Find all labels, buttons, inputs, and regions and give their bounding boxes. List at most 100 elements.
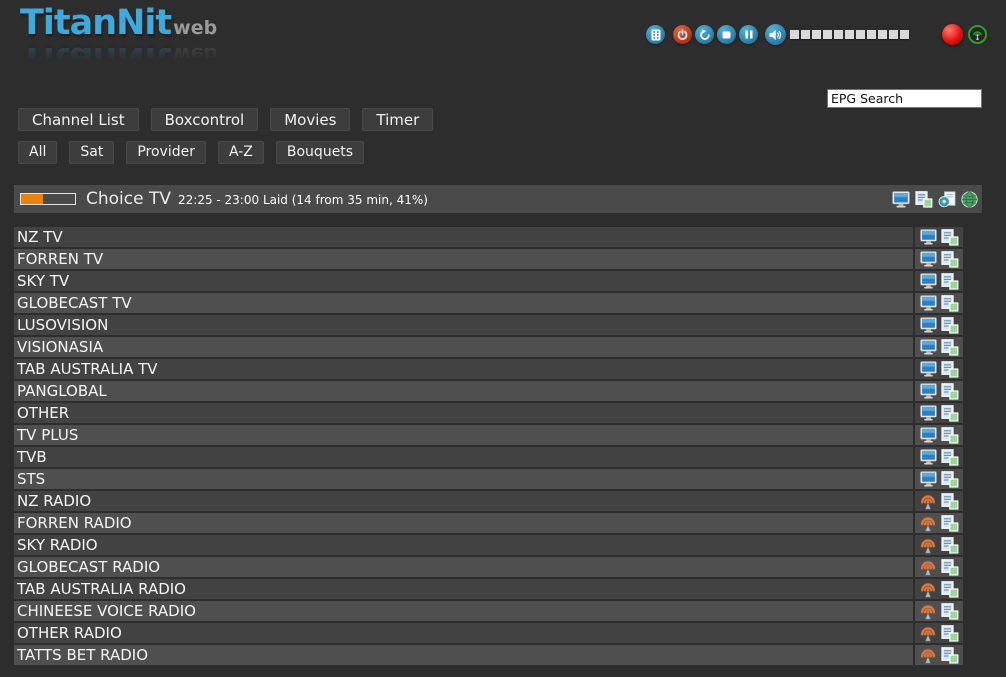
tab-movies[interactable]: Movies <box>270 108 350 131</box>
tv-icon[interactable] <box>920 361 937 377</box>
channel-name[interactable]: SKY TV <box>14 271 913 291</box>
volume-segment[interactable] <box>790 30 799 39</box>
filter-bouquets[interactable]: Bouquets <box>276 141 364 164</box>
web-epg-button[interactable] <box>961 191 978 208</box>
tab-channel-list[interactable]: Channel List <box>18 108 139 131</box>
epg-list-button[interactable] <box>915 191 933 208</box>
tv-icon[interactable] <box>920 251 937 267</box>
channel-name[interactable]: TV PLUS <box>14 425 913 445</box>
epg-list-icon[interactable] <box>941 251 959 268</box>
channel-name[interactable]: TAB AUSTRALIA RADIO <box>14 579 913 599</box>
channel-name[interactable]: STS <box>14 469 913 489</box>
channel-name[interactable]: SKY RADIO <box>14 535 913 555</box>
tv-icon[interactable] <box>920 449 937 465</box>
power-button[interactable] <box>673 25 692 44</box>
epg-list-icon[interactable] <box>941 625 959 642</box>
volume-segment[interactable] <box>834 30 843 39</box>
epg-list-icon[interactable] <box>941 515 959 532</box>
epg-list-icon[interactable] <box>941 405 959 422</box>
stop-icon <box>722 31 731 39</box>
channel-name[interactable]: GLOBECAST RADIO <box>14 557 913 577</box>
epg-list-icon[interactable] <box>941 295 959 312</box>
channel-name[interactable]: OTHER <box>14 403 913 423</box>
volume-segment[interactable] <box>889 30 898 39</box>
mute-button[interactable] <box>765 24 786 45</box>
single-epg-button[interactable] <box>938 191 956 208</box>
epg-list-icon[interactable] <box>941 427 959 444</box>
channel-name[interactable]: NZ TV <box>14 227 913 247</box>
volume-segment[interactable] <box>900 30 909 39</box>
channel-name[interactable]: FORREN TV <box>14 249 913 269</box>
epg-list-icon[interactable] <box>941 471 959 488</box>
epg-list-icon[interactable] <box>941 273 959 290</box>
channel-actions <box>915 227 963 247</box>
channel-actions <box>915 359 963 379</box>
tv-icon[interactable] <box>920 229 937 245</box>
stream-tv-button[interactable] <box>892 191 910 208</box>
tv-icon[interactable] <box>920 295 937 311</box>
volume-segment[interactable] <box>801 30 810 39</box>
tab-boxcontrol[interactable]: Boxcontrol <box>151 108 259 131</box>
radio-icon[interactable] <box>919 559 937 576</box>
volume-segment[interactable] <box>867 30 876 39</box>
restart-button[interactable] <box>695 25 714 44</box>
epg-list-icon[interactable] <box>941 581 959 598</box>
channel-row: SKY TV <box>14 271 965 291</box>
epg-list-icon[interactable] <box>941 603 959 620</box>
tv-icon[interactable] <box>920 317 937 333</box>
radio-icon[interactable] <box>919 647 937 664</box>
volume-level[interactable] <box>790 30 911 39</box>
filter-provider[interactable]: Provider <box>126 141 206 164</box>
epg-list-icon[interactable] <box>941 229 959 246</box>
radio-icon[interactable] <box>919 603 937 620</box>
epg-list-icon[interactable] <box>941 537 959 554</box>
epg-list-icon[interactable] <box>941 449 959 466</box>
remote-button[interactable] <box>646 25 665 44</box>
volume-segment[interactable] <box>812 30 821 39</box>
channel-name[interactable]: TVB <box>14 447 913 467</box>
volume-segment[interactable] <box>823 30 832 39</box>
epg-list-icon[interactable] <box>941 383 959 400</box>
logo-reflection: TitanNitweb <box>20 41 217 76</box>
tv-icon[interactable] <box>920 471 937 487</box>
channel-row: TAB AUSTRALIA RADIO <box>14 579 965 599</box>
pause-button[interactable] <box>739 25 758 44</box>
radio-icon[interactable] <box>919 581 937 598</box>
channel-name[interactable]: OTHER RADIO <box>14 623 913 643</box>
tv-icon[interactable] <box>920 339 937 355</box>
volume-segment[interactable] <box>845 30 854 39</box>
tv-icon[interactable] <box>920 273 937 289</box>
epg-list-icon[interactable] <box>941 317 959 334</box>
volume-segment[interactable] <box>856 30 865 39</box>
radio-icon[interactable] <box>919 537 937 554</box>
tv-icon[interactable] <box>920 383 937 399</box>
epg-list-icon[interactable] <box>941 559 959 576</box>
tv-icon[interactable] <box>920 427 937 443</box>
channel-name[interactable]: FORREN RADIO <box>14 513 913 533</box>
epg-list-icon[interactable] <box>941 493 959 510</box>
tv-icon[interactable] <box>920 405 937 421</box>
channel-name[interactable]: PANGLOBAL <box>14 381 913 401</box>
epg-list-icon[interactable] <box>941 339 959 356</box>
channel-name[interactable]: LUSOVISION <box>14 315 913 335</box>
radio-icon[interactable] <box>919 515 937 532</box>
channel-name[interactable]: VISIONASIA <box>14 337 913 357</box>
filter-sat[interactable]: Sat <box>69 141 114 164</box>
channel-name[interactable]: TAB AUSTRALIA TV <box>14 359 913 379</box>
epg-search-input[interactable] <box>827 89 982 108</box>
radio-icon[interactable] <box>919 493 937 510</box>
channel-name[interactable]: CHINEESE VOICE RADIO <box>14 601 913 621</box>
remote-keypad-icon <box>651 29 661 41</box>
stop-button[interactable] <box>717 25 736 44</box>
volume-segment[interactable] <box>878 30 887 39</box>
channel-actions <box>915 579 963 599</box>
channel-name[interactable]: NZ RADIO <box>14 491 913 511</box>
filter-all[interactable]: All <box>18 141 57 164</box>
channel-name[interactable]: GLOBECAST TV <box>14 293 913 313</box>
radio-icon[interactable] <box>919 625 937 642</box>
epg-list-icon[interactable] <box>941 647 959 664</box>
epg-list-icon[interactable] <box>941 361 959 378</box>
filter-az[interactable]: A-Z <box>218 141 264 164</box>
channel-name[interactable]: TATTS BET RADIO <box>14 645 913 665</box>
tab-timer[interactable]: Timer <box>362 108 433 131</box>
